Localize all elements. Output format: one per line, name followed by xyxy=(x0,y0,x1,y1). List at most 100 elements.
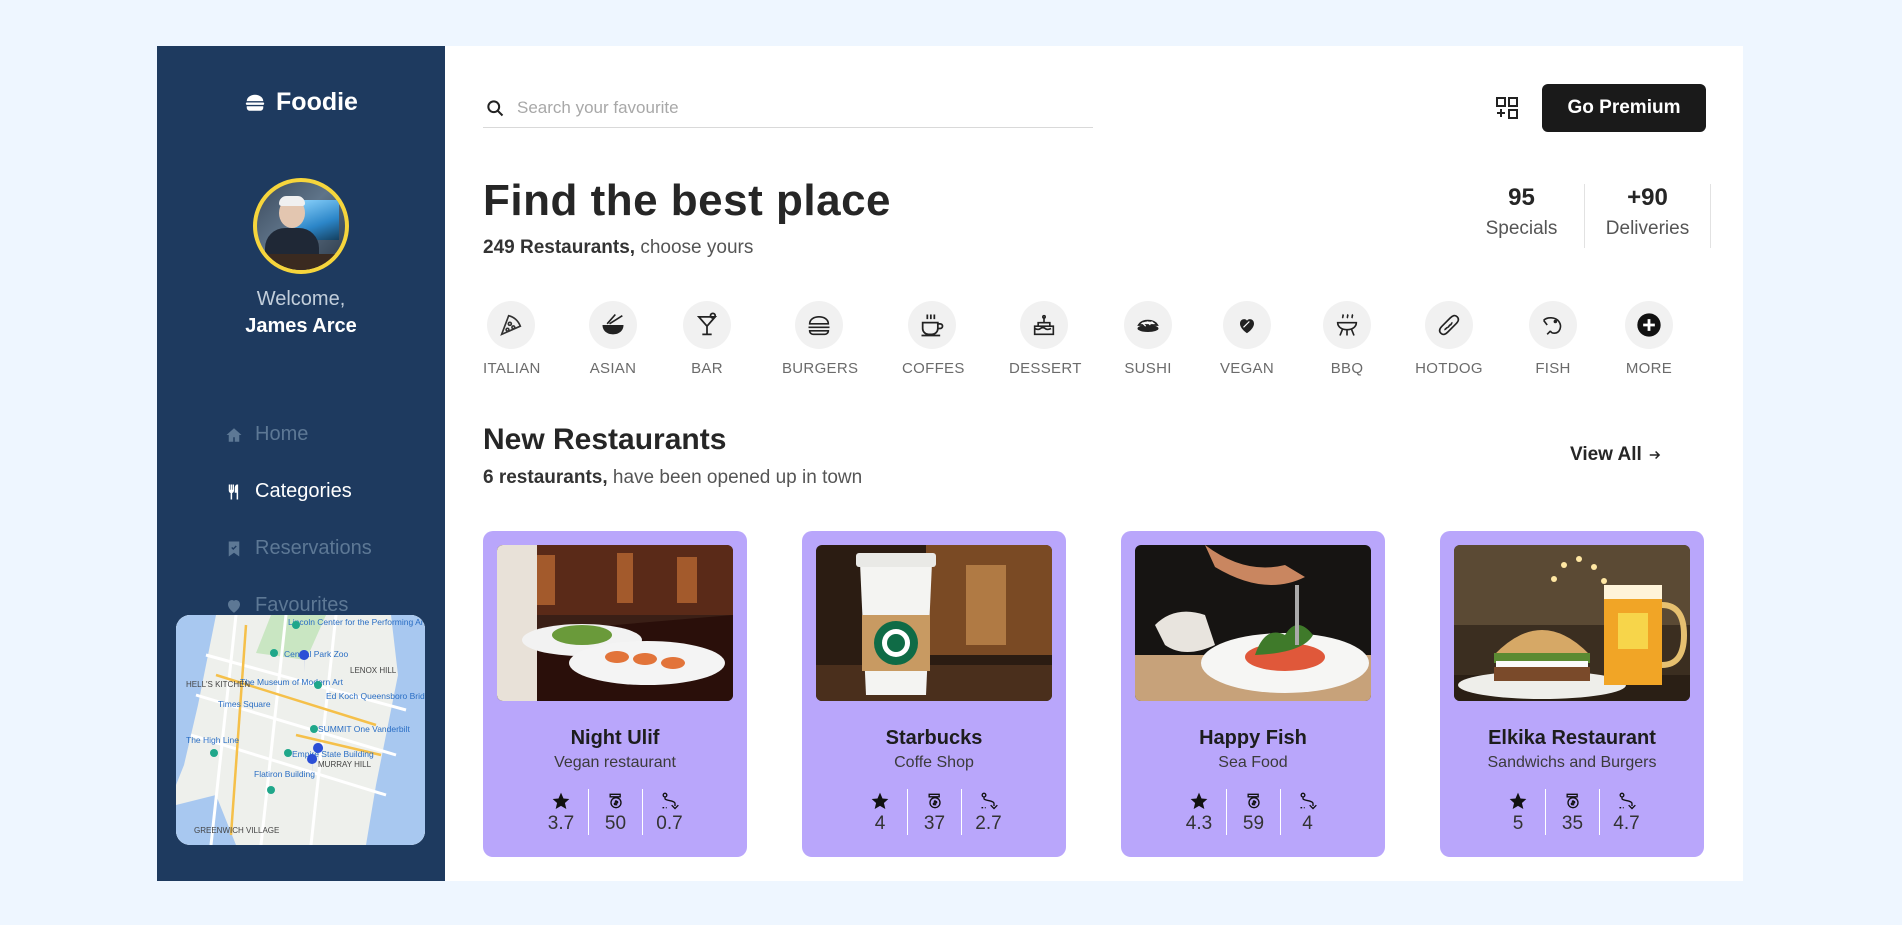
stat-value: +90 xyxy=(1627,184,1668,211)
welcome-text: Welcome, xyxy=(256,288,346,310)
sidebar-item-reservations[interactable]: Reservations xyxy=(225,520,372,577)
category-label: HOTDOG xyxy=(1415,360,1483,377)
category-dessert[interactable]: DESSERT xyxy=(1009,301,1082,377)
money-icon xyxy=(609,793,622,809)
sidebar-item-label: Home xyxy=(255,423,309,445)
price-value: 50 xyxy=(604,813,627,834)
shrimp-icon xyxy=(1543,317,1562,335)
restaurant-metrics: 5 35 4.7 xyxy=(1440,789,1704,835)
distance-value: 0.7 xyxy=(656,813,683,834)
brand-logo[interactable]: Foodie xyxy=(157,88,445,117)
category-bbq[interactable]: BBQ xyxy=(1323,301,1371,377)
widgets-grid-icon[interactable] xyxy=(1495,96,1519,120)
sidebar-item-home[interactable]: Home xyxy=(225,406,372,463)
category-more[interactable]: MORE xyxy=(1623,301,1675,377)
cake-icon xyxy=(1033,314,1055,336)
restaurant-card[interactable]: Night Ulif Vegan restaurant 3.7 50 0.7 xyxy=(483,531,747,857)
price-metric: 37 xyxy=(907,789,961,835)
restaurant-metrics: 4 37 2.7 xyxy=(802,789,1066,835)
section-count-rest: have been opened up in town xyxy=(607,467,863,488)
grill-icon xyxy=(1336,313,1358,336)
stat-deliveries: +90 Deliveries xyxy=(1585,184,1711,248)
category-burgers[interactable]: BURGERS xyxy=(782,301,859,377)
category-italian[interactable]: ITALIAN xyxy=(483,301,541,377)
category-asian[interactable]: ASIAN xyxy=(585,301,641,377)
stat-label: Specials xyxy=(1485,218,1558,239)
map-label: GREENWICH VILLAGE xyxy=(194,826,279,835)
rating-metric: 4 xyxy=(853,789,907,835)
category-label: DESSERT xyxy=(1009,360,1082,377)
category-label: BURGERS xyxy=(782,360,859,377)
restaurant-metrics: 4.3 59 4 xyxy=(1121,789,1385,835)
category-vegan[interactable]: VEGAN xyxy=(1219,301,1275,377)
map-label: Lincoln Center for the Performing Arts xyxy=(288,617,425,627)
category-fish[interactable]: FISH xyxy=(1529,301,1577,377)
category-list: ITALIAN ASIAN BAR BURGERS COFFES DESSERT xyxy=(483,301,1713,391)
sidebar-item-label: Reservations xyxy=(255,537,372,559)
search-input[interactable] xyxy=(517,97,1077,118)
restaurant-card[interactable]: Elkika Restaurant Sandwichs and Burgers … xyxy=(1440,531,1704,857)
search-bar[interactable] xyxy=(483,88,1093,128)
route-icon xyxy=(661,792,679,810)
category-label: ITALIAN xyxy=(483,360,541,377)
route-icon xyxy=(1618,792,1636,810)
category-sushi[interactable]: SUSHI xyxy=(1123,301,1173,377)
stat-value: 95 xyxy=(1508,184,1535,211)
distance-value: 4.7 xyxy=(1613,813,1640,834)
restaurant-metrics: 3.7 50 0.7 xyxy=(483,789,747,835)
map-label: HELL'S KITCHEN xyxy=(186,680,250,689)
price-metric: 50 xyxy=(588,789,642,835)
avatar[interactable] xyxy=(253,178,349,274)
price-metric: 59 xyxy=(1226,789,1280,835)
map-label: Ed Koch Queensboro Bridge xyxy=(326,691,425,701)
coffee-cup-icon xyxy=(921,314,944,337)
category-label: MORE xyxy=(1625,360,1673,377)
plus-circle-icon xyxy=(1637,313,1661,337)
restaurant-name: Starbucks xyxy=(885,727,983,749)
restaurant-card[interactable]: Happy Fish Sea Food 4.3 59 4 xyxy=(1121,531,1385,857)
bookmark-icon xyxy=(228,541,240,556)
sidebar-item-label: Favourites xyxy=(255,594,349,616)
main-content: Go Premium Find the best place 249 Resta… xyxy=(445,46,1743,881)
rating-value: 5 xyxy=(1512,813,1524,834)
restaurant-type: Sea Food xyxy=(1218,754,1288,771)
price-value: 59 xyxy=(1242,813,1265,834)
category-label: BBQ xyxy=(1330,360,1364,377)
map-widget[interactable]: Lincoln Center for the Performing Arts C… xyxy=(176,615,425,845)
cocktail-icon xyxy=(696,312,718,336)
app-window: Foodie Welcome, James Arce Home Categori… xyxy=(157,46,1743,881)
category-label: SUSHI xyxy=(1124,360,1172,377)
sidebar-item-categories[interactable]: Categories xyxy=(225,463,372,520)
restaurant-type: Vegan restaurant xyxy=(554,754,676,771)
section-title: New Restaurants xyxy=(483,423,727,456)
money-icon xyxy=(1566,793,1579,809)
category-bar[interactable]: BAR xyxy=(683,301,731,377)
section-count-bold: 6 restaurants, xyxy=(483,467,608,488)
rating-metric: 4.3 xyxy=(1172,789,1226,835)
distance-metric: 2.7 xyxy=(961,789,1015,835)
map-label: Flatiron Building xyxy=(254,769,315,779)
map-label: Central Park Zoo xyxy=(284,649,349,659)
map-label: Empire State Building xyxy=(292,749,374,759)
map-label: The Museum of Modern Art xyxy=(240,677,344,687)
restaurant-count-bold: 249 Restaurants, xyxy=(483,237,636,258)
utensils-icon xyxy=(228,484,239,499)
category-hotdog[interactable]: HOTDOG xyxy=(1415,301,1483,377)
star-icon xyxy=(1509,792,1527,809)
burger-icon xyxy=(808,316,830,336)
map-label: Times Square xyxy=(218,699,271,709)
money-icon xyxy=(1247,793,1260,809)
map-graphic: Lincoln Center for the Performing Arts C… xyxy=(176,615,425,845)
category-coffes[interactable]: COFFES xyxy=(902,301,964,377)
price-value: 37 xyxy=(923,813,946,834)
distance-value: 2.7 xyxy=(975,813,1002,834)
go-premium-button[interactable]: Go Premium xyxy=(1542,84,1706,132)
restaurant-name: Night Ulif xyxy=(570,727,660,749)
category-label: VEGAN xyxy=(1219,360,1274,377)
restaurant-type: Coffe Shop xyxy=(894,754,974,771)
sidebar-nav: Home Categories Reservations Favourites xyxy=(225,406,372,634)
restaurant-photo xyxy=(497,545,733,701)
restaurant-card[interactable]: Starbucks Coffe Shop 4 37 2.7 xyxy=(802,531,1066,857)
restaurant-type: Sandwichs and Burgers xyxy=(1487,754,1657,771)
view-all-link[interactable]: View All xyxy=(1570,444,1662,466)
